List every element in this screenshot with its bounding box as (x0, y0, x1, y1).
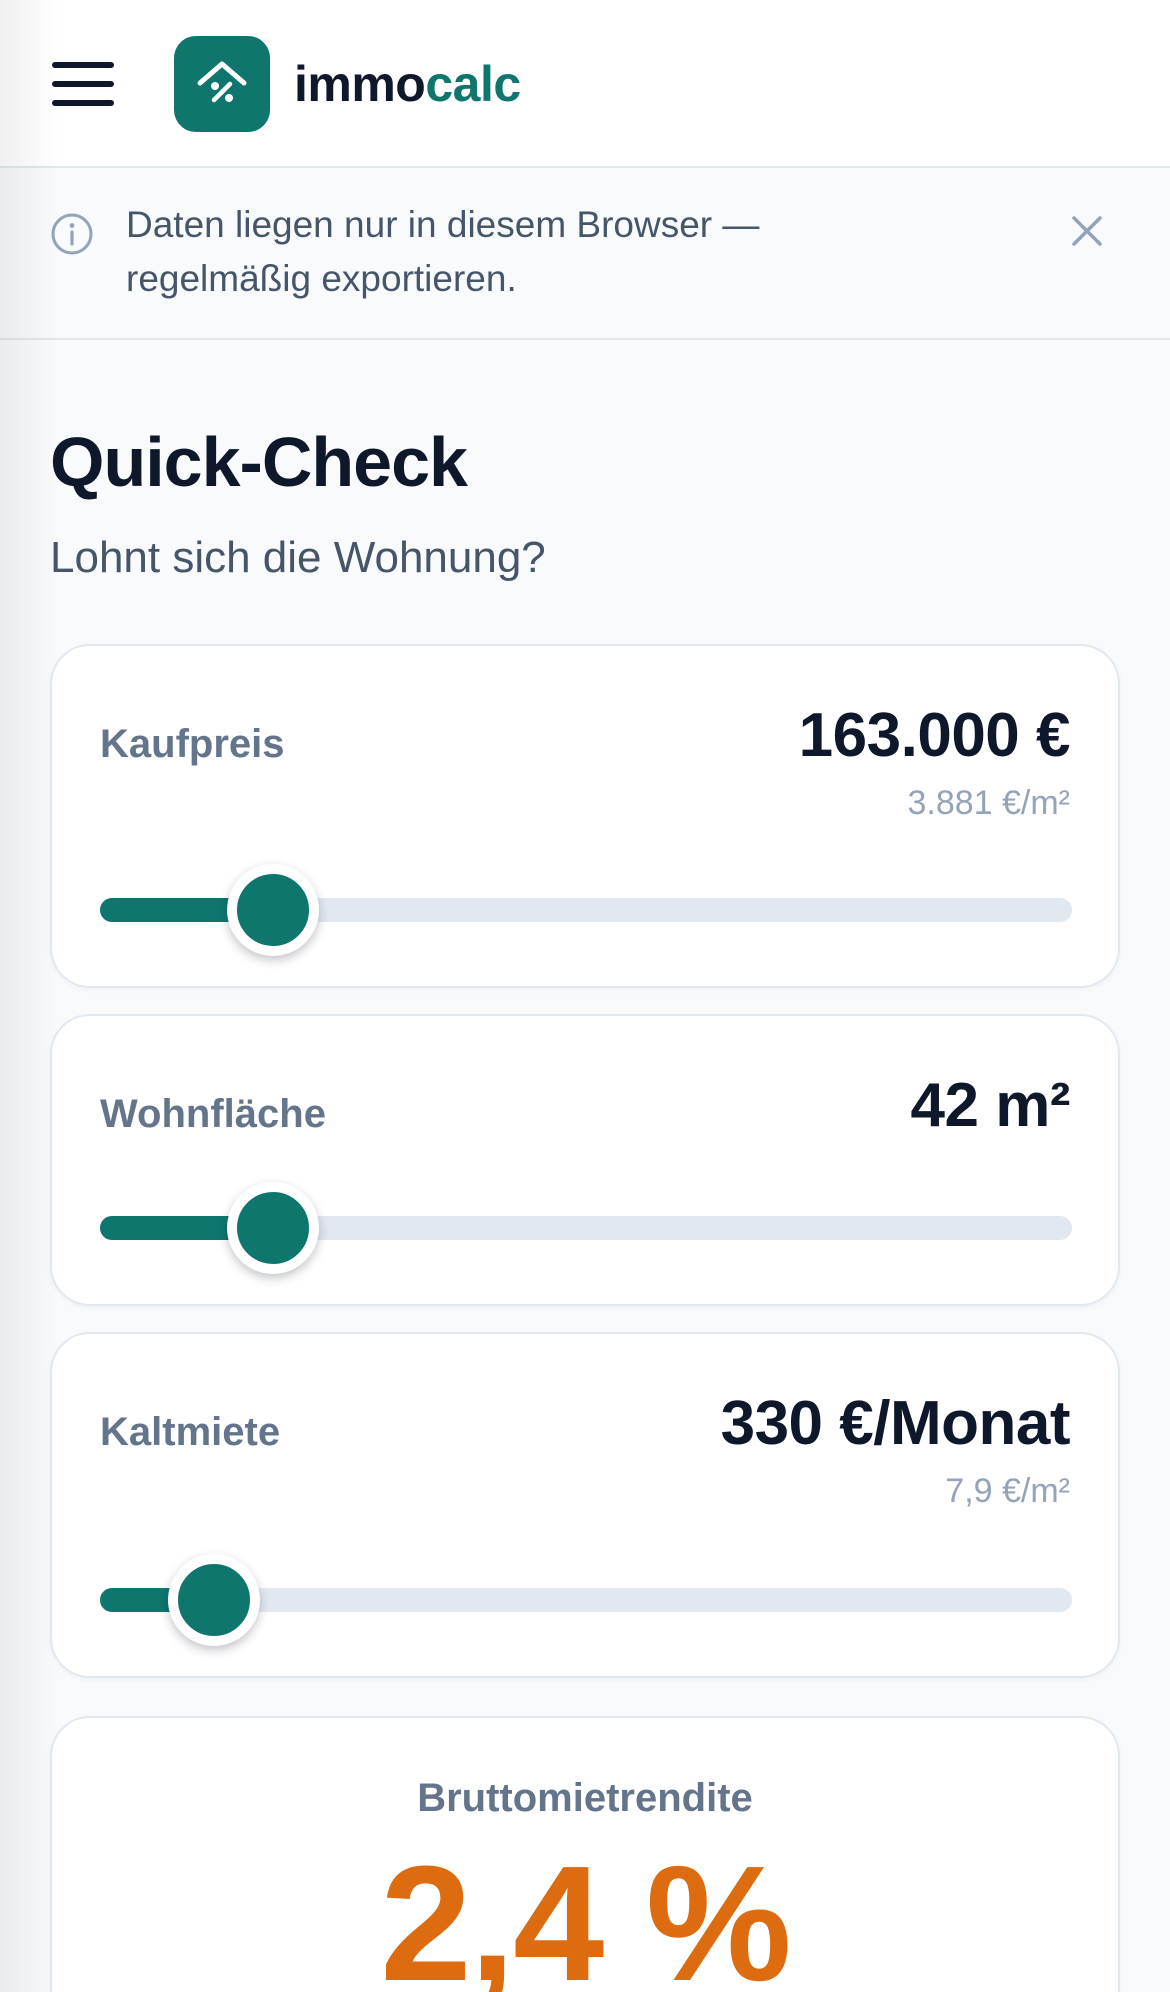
slider-thumb[interactable] (227, 864, 320, 956)
kaufpreis-label: Kaufpreis (100, 722, 285, 766)
wohnflaeche-value: 42 m² (910, 1071, 1071, 1140)
menu-icon-bar (52, 100, 114, 106)
app-header: immocalc (0, 0, 1170, 168)
close-icon[interactable] (1068, 212, 1106, 250)
kaufpreis-value: 163.000 € (798, 701, 1071, 770)
wohnflaeche-card: Wohnfläche 42 m² (50, 1014, 1120, 1306)
kaufpreis-slider[interactable] (100, 864, 1072, 956)
storage-notice-text: Daten liegen nur in diesem Browser — reg… (126, 204, 760, 299)
bruttomietrendite-label: Bruttomietrendite (417, 1776, 753, 1820)
kaltmiete-rent-per-sqm: 7,9 €/m² (945, 1472, 1070, 1510)
app-root: immocalc Daten liegen nur in diesem Brow… (0, 0, 1170, 1992)
bruttomietrendite-card: Bruttomietrendite 2,4 % (50, 1716, 1120, 1992)
brand-name[interactable]: immocalc (294, 54, 521, 114)
menu-button[interactable] (52, 62, 114, 106)
kaltmiete-value: 330 €/Monat (720, 1389, 1071, 1458)
menu-icon-bar (52, 62, 114, 68)
wohnflaeche-slider[interactable] (100, 1182, 1072, 1274)
brand-name-part2: calc (425, 56, 521, 112)
menu-icon-bar (52, 81, 114, 87)
kaltmiete-label: Kaltmiete (100, 1410, 281, 1454)
logo-house-percent-icon[interactable] (174, 36, 270, 132)
kaltmiete-card: Kaltmiete 330 €/Monat 7,9 €/m² (50, 1332, 1120, 1678)
page-title: Quick-Check (50, 423, 468, 501)
page-subtitle: Lohnt sich die Wohnung? (50, 533, 546, 582)
brand-name-part1: immo (294, 56, 426, 112)
kaltmiete-slider[interactable] (100, 1554, 1072, 1646)
slider-thumb[interactable] (227, 1182, 320, 1274)
house-percent-icon (197, 61, 247, 103)
info-icon (51, 213, 93, 255)
slider-thumb[interactable] (167, 1554, 260, 1646)
kaufpreis-price-per-sqm: 3.881 €/m² (907, 784, 1070, 822)
wohnflaeche-label: Wohnfläche (100, 1092, 326, 1136)
bruttomietrendite-value: 2,4 % (380, 1832, 791, 1992)
kaufpreis-card: Kaufpreis 163.000 € 3.881 €/m² (50, 644, 1120, 988)
